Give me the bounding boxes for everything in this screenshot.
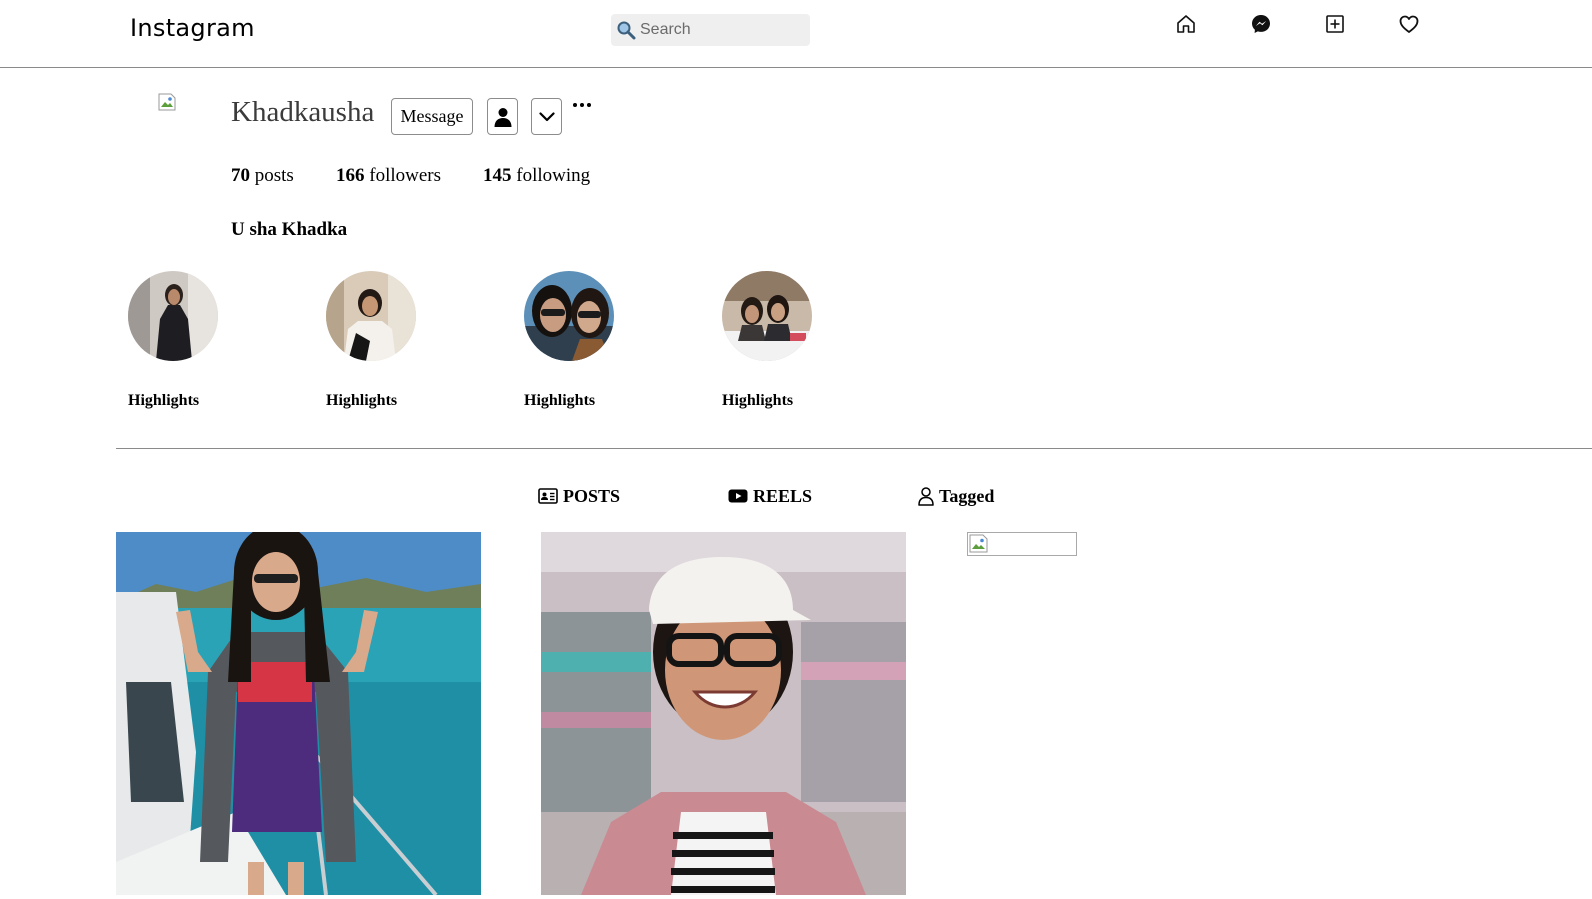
tab-tagged-label: Tagged — [939, 485, 995, 506]
profile-full-name: U sha Khadka — [231, 219, 348, 240]
posts-count-label: posts — [254, 165, 294, 186]
messenger-icon[interactable] — [1250, 13, 1272, 35]
highlight-label: Highlights — [524, 392, 596, 409]
post-thumbnail-broken-image[interactable] — [967, 532, 1077, 556]
new-post-icon[interactable] — [1324, 13, 1346, 35]
message-button[interactable]: Message — [391, 98, 473, 135]
following-count[interactable]: 145 following — [483, 165, 590, 187]
followers-count-label: followers — [369, 165, 442, 186]
highlight-cover-image — [326, 271, 416, 361]
following-count-label: following — [516, 165, 591, 186]
person-outline-icon — [918, 486, 934, 506]
profile-username: Khadkausha — [231, 96, 375, 128]
highlight-cover-image — [722, 271, 812, 361]
post-photo-boat — [116, 532, 481, 895]
search-icon — [617, 21, 636, 40]
story-highlight[interactable]: Highlights — [326, 271, 416, 409]
highlight-label: Highlights — [326, 392, 398, 409]
posts-count: 70 posts — [231, 165, 294, 187]
user-icon — [494, 107, 511, 127]
video-play-icon — [728, 489, 748, 503]
suggested-accounts-button[interactable] — [531, 98, 562, 135]
search-input[interactable] — [640, 14, 806, 46]
top-navigation-bar: Instagram — [0, 0, 1592, 68]
story-highlight[interactable]: Highlights — [524, 271, 614, 409]
posts-count-value: 70 — [231, 165, 250, 186]
follow-button[interactable] — [487, 98, 518, 135]
followers-count-value: 166 — [336, 165, 365, 186]
story-highlight[interactable]: Highlights — [722, 271, 812, 409]
post-thumbnail[interactable] — [541, 532, 906, 895]
highlight-label: Highlights — [722, 392, 794, 409]
tab-reels[interactable]: REELS — [728, 484, 812, 508]
followers-count[interactable]: 166 followers — [336, 165, 441, 187]
story-highlight[interactable]: Highlights — [128, 271, 218, 409]
tab-posts-label: POSTS — [563, 485, 621, 506]
instagram-logo[interactable]: Instagram — [130, 14, 255, 42]
id-card-icon — [538, 488, 558, 504]
section-divider — [116, 448, 1592, 449]
profile-avatar-broken-image — [158, 93, 176, 111]
post-photo-store — [541, 532, 906, 895]
activity-heart-icon[interactable] — [1398, 13, 1420, 35]
following-count-value: 145 — [483, 165, 512, 186]
tab-posts[interactable]: POSTS — [538, 484, 620, 508]
highlight-cover-image — [128, 271, 218, 361]
home-icon[interactable] — [1175, 13, 1197, 35]
broken-image-icon — [969, 534, 988, 553]
highlight-cover-image — [524, 271, 614, 361]
tab-tagged[interactable]: Tagged — [918, 484, 994, 508]
search-box[interactable] — [611, 14, 810, 46]
highlight-label: Highlights — [128, 392, 200, 409]
chevron-down-icon — [538, 111, 555, 121]
tab-reels-label: REELS — [753, 485, 813, 506]
post-thumbnail[interactable] — [116, 532, 481, 895]
more-horizontal-icon[interactable] — [571, 97, 593, 113]
